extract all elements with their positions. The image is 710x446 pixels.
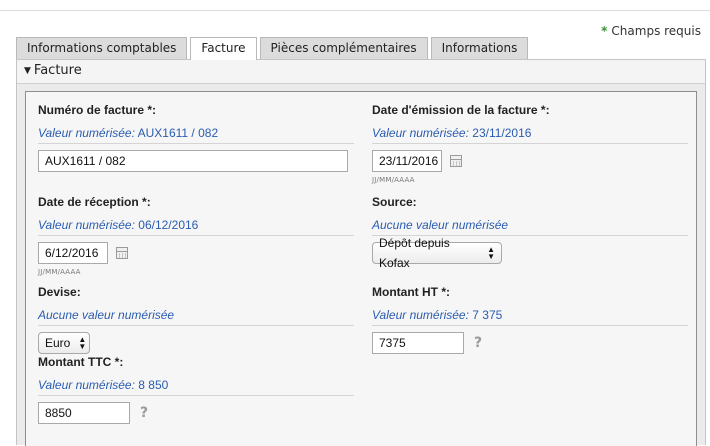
- help-icon[interactable]: ?: [140, 405, 148, 421]
- amount-ht-field: Montant HT *: Valeur numérisée: 7 375 73…: [372, 284, 688, 354]
- scanned-prefix: Valeur numérisée:: [38, 126, 135, 140]
- amount-ht-input[interactable]: 7375: [372, 332, 464, 354]
- scanned-value: 23/11/2016: [472, 126, 532, 140]
- scanned-none: Aucune valeur numérisée: [38, 308, 175, 322]
- currency-selected-value: Euro: [45, 336, 71, 350]
- source-field: Source: Aucune valeur numérisée Dépôt de…: [372, 194, 688, 270]
- section-title: Facture: [33, 63, 82, 78]
- select-arrows-icon: ▲ ▼: [487, 245, 495, 261]
- currency-label: Devise:: [38, 285, 81, 299]
- currency-field: Devise: Aucune valeur numérisée Euro ▲ ▼: [38, 284, 354, 354]
- amount-ttc-field: Montant TTC *: Valeur numérisée: 8 850 8…: [38, 354, 354, 424]
- help-icon[interactable]: ?: [474, 335, 482, 351]
- invoice-number-label: Numéro de facture *:: [38, 103, 157, 117]
- issue-date-field: Date d'émission de la facture *: Valeur …: [372, 102, 688, 184]
- date-format-hint: JJ/MM/AAAA: [372, 176, 415, 184]
- issue-date-input[interactable]: 23/11/2016: [372, 150, 442, 172]
- select-arrows-icon: ▲ ▼: [78, 335, 87, 351]
- scanned-prefix: Valeur numérisée:: [38, 378, 135, 392]
- required-note-text: Champs requis: [611, 24, 701, 38]
- currency-select[interactable]: Euro ▲ ▼: [38, 332, 90, 354]
- scanned-prefix: Valeur numérisée:: [372, 308, 469, 322]
- scanned-value: 7 375: [472, 308, 503, 322]
- amount-ttc-label: Montant TTC *:: [38, 355, 124, 369]
- invoice-number-input[interactable]: AUX1611 / 082: [38, 150, 348, 172]
- source-select[interactable]: Dépôt depuis Kofax ▲ ▼: [372, 236, 502, 270]
- tab-informations[interactable]: Informations: [430, 37, 529, 59]
- calendar-icon[interactable]: [116, 247, 128, 259]
- required-fields-note: * Champs requis: [601, 24, 701, 38]
- issue-date-scanned: Valeur numérisée: 23/11/2016: [372, 124, 688, 144]
- scanned-value: 8 850: [138, 378, 169, 392]
- scanned-prefix: Valeur numérisée:: [372, 126, 469, 140]
- reception-date-scanned: Valeur numérisée: 06/12/2016: [38, 216, 354, 236]
- currency-scanned: Aucune valeur numérisée: [38, 306, 354, 326]
- tab-facture[interactable]: Facture: [190, 37, 257, 60]
- required-star: *: [601, 24, 608, 38]
- source-selected-value: Dépôt depuis Kofax: [379, 236, 450, 270]
- reception-date-label: Date de réception *:: [38, 195, 151, 209]
- reception-date-input[interactable]: 6/12/2016: [38, 242, 108, 264]
- amount-ht-scanned: Valeur numérisée: 7 375: [372, 306, 688, 326]
- scanned-value: 06/12/2016: [138, 218, 199, 232]
- invoice-fieldset: Numéro de facture *: Valeur numérisée: A…: [25, 91, 697, 446]
- source-label: Source:: [372, 195, 417, 209]
- facture-section-header[interactable]: ▼ Facture: [17, 60, 705, 84]
- invoice-number-scanned: Valeur numérisée: AUX1611 / 082: [38, 124, 354, 144]
- issue-date-label: Date d'émission de la facture *:: [372, 103, 550, 117]
- facture-panel: ▼ Facture Numéro de facture *: Valeur num…: [16, 59, 706, 446]
- amount-ttc-scanned: Valeur numérisée: 8 850: [38, 376, 354, 396]
- amount-ht-label: Montant HT *:: [372, 285, 450, 299]
- collapse-triangle-icon[interactable]: ▼: [24, 66, 31, 76]
- calendar-icon[interactable]: [450, 155, 462, 167]
- invoice-number-field: Numéro de facture *: Valeur numérisée: A…: [38, 102, 354, 172]
- scanned-prefix: Valeur numérisée:: [38, 218, 135, 232]
- scanned-none: Aucune valeur numérisée: [372, 218, 509, 232]
- tab-pieces-complementaires[interactable]: Pièces complémentaires: [259, 37, 428, 59]
- tab-informations-comptables[interactable]: Informations comptables: [16, 37, 188, 59]
- tab-bar: Informations comptables Facture Pièces c…: [16, 37, 531, 60]
- date-format-hint: JJ/MM/AAAA: [38, 268, 81, 276]
- scanned-value: AUX1611 / 082: [137, 126, 219, 140]
- reception-date-field: Date de réception *: Valeur numérisée: 0…: [38, 194, 354, 276]
- amount-ttc-input[interactable]: 8850: [38, 402, 130, 424]
- top-divider: [0, 10, 710, 11]
